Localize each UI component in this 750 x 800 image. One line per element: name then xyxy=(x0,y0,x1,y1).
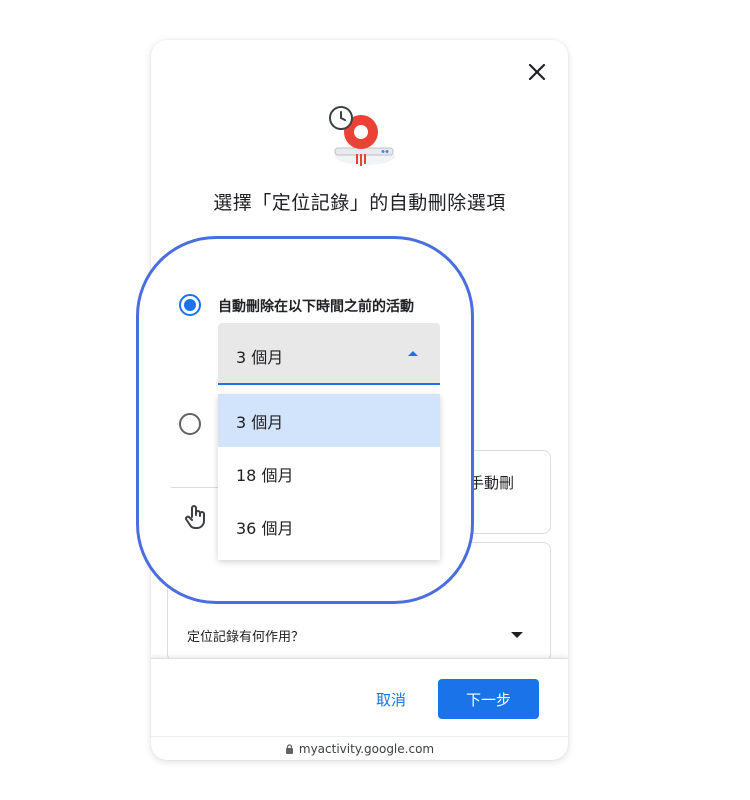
divider xyxy=(171,487,218,488)
screen: 選擇「定位記錄」的自動刪除選項 手動刪 定位記錄有何作用？ 取消 下一步 mya… xyxy=(0,0,750,800)
expand-caret-icon[interactable] xyxy=(511,632,523,638)
url-text: myactivity.google.com xyxy=(298,741,435,756)
duration-select[interactable]: 3 個月 xyxy=(218,323,440,385)
url-bar: myactivity.google.com xyxy=(151,736,568,760)
caret-up-icon xyxy=(408,351,418,356)
menu-item-3-months[interactable]: 3 個月 xyxy=(218,394,440,447)
next-button[interactable]: 下一步 xyxy=(438,679,539,719)
cancel-button[interactable]: 取消 xyxy=(361,681,421,717)
faq-label[interactable]: 定位記錄有何作用？ xyxy=(187,626,304,645)
close-button[interactable] xyxy=(523,58,551,86)
magnifier-lens: 自動刪除在以下時間之前的活動 3 個月 3 個月 18 個月 36 個月 xyxy=(136,236,474,604)
auto-delete-label: 自動刪除在以下時間之前的活動 xyxy=(218,299,414,315)
dialog-title: 選擇「定位記錄」的自動刪除選項 xyxy=(213,192,506,214)
dialog-footer: 取消 下一步 xyxy=(151,658,568,736)
close-icon xyxy=(528,63,546,81)
menu-item-36-months[interactable]: 36 個月 xyxy=(218,500,440,553)
duration-dropdown-menu: 3 個月 18 個月 36 個月 xyxy=(218,394,440,560)
manual-delete-label: 手動刪 xyxy=(469,474,515,492)
menu-item-18-months[interactable]: 18 個月 xyxy=(218,447,440,500)
duration-select-value: 3 個月 xyxy=(236,348,284,367)
radio-auto-delete[interactable] xyxy=(179,294,201,316)
radio-manual-delete[interactable] xyxy=(179,413,201,435)
location-history-clock-icon xyxy=(329,106,395,166)
lock-icon xyxy=(285,743,293,754)
hand-pointer-icon xyxy=(185,505,205,529)
